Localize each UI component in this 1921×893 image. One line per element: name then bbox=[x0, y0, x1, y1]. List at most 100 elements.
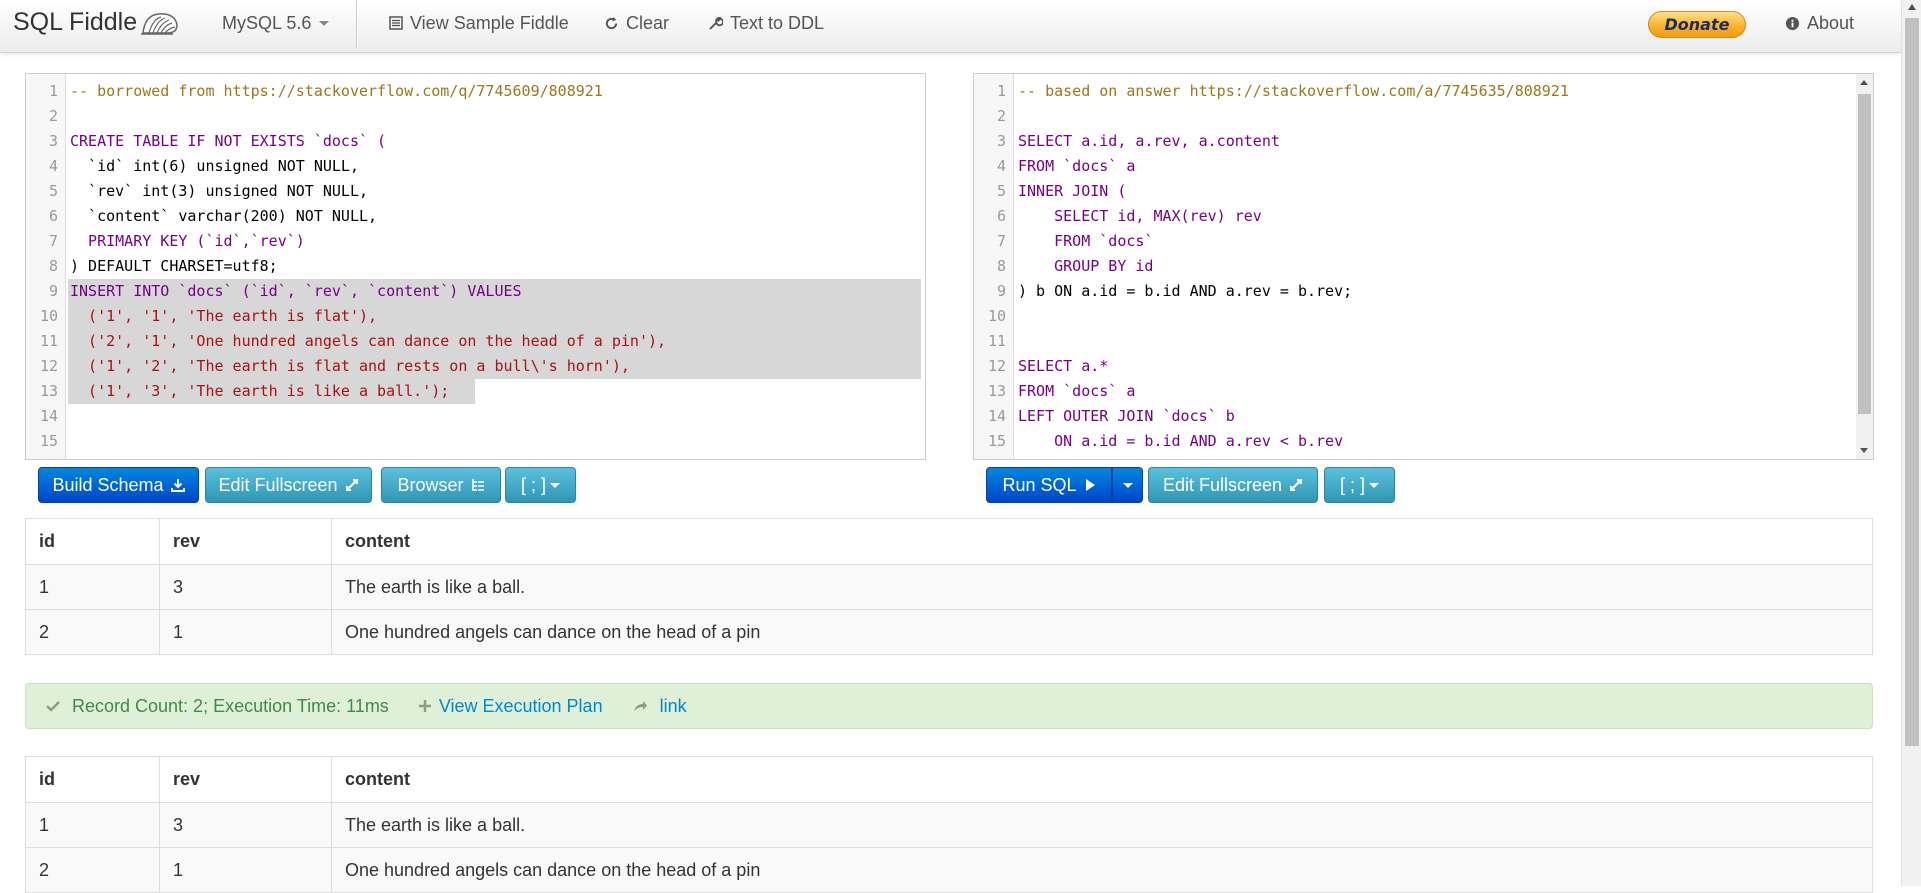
line-number: 15 bbox=[987, 432, 1006, 450]
code-line: 12 SELECT a.* bbox=[974, 354, 1873, 379]
code-text: ) b ON a.id = b.id AND a.rev = b.rev; bbox=[1018, 282, 1353, 300]
scroll-down-arrow-icon[interactable] bbox=[1860, 448, 1868, 453]
permalink-label: link bbox=[659, 695, 687, 716]
query-terminator-dropdown[interactable]: [ ; ] bbox=[1324, 467, 1395, 503]
code-line: 15 ON a.id = b.id AND a.rev < b.rev bbox=[974, 429, 1873, 454]
line-number: 2 bbox=[996, 107, 1006, 125]
table-header-row: id rev content bbox=[25, 756, 1873, 803]
refresh-icon bbox=[604, 16, 619, 31]
result-table: id rev content 1 3 The earth is like a b… bbox=[25, 518, 1873, 655]
column-header: rev bbox=[159, 756, 332, 803]
code-line: 13 FROM `docs` a bbox=[974, 379, 1873, 404]
wrench-icon bbox=[708, 16, 723, 31]
line-number: 9 bbox=[996, 282, 1006, 300]
schema-editor[interactable]: 1 -- borrowed from https://stackoverflow.… bbox=[25, 73, 926, 460]
code-line: 3 SELECT a.id, a.rev, a.content bbox=[974, 129, 1873, 154]
check-icon bbox=[46, 700, 60, 712]
line-number: 14 bbox=[987, 407, 1006, 425]
scroll-up-arrow-icon[interactable] bbox=[1860, 80, 1868, 85]
column-header: rev bbox=[159, 518, 332, 565]
table-cell: 1 bbox=[25, 802, 160, 848]
line-number: 11 bbox=[39, 332, 58, 350]
line-number: 6 bbox=[48, 207, 58, 225]
edit-fullscreen-query-button[interactable]: Edit Fullscreen bbox=[1148, 467, 1318, 503]
line-number: 7 bbox=[996, 232, 1006, 250]
expand-icon bbox=[345, 478, 359, 492]
line-number: 10 bbox=[987, 307, 1006, 325]
code-text: `id` int(6) unsigned NOT NULL, bbox=[70, 157, 359, 175]
code-text: CREATE TABLE IF NOT EXISTS `docs` ( bbox=[70, 132, 387, 150]
scroll-up-arrow-icon[interactable] bbox=[1908, 4, 1916, 10]
view-sample-fiddle-link[interactable]: View Sample Fiddle bbox=[389, 0, 569, 46]
code-text: ('1', '1', 'The earth is flat'), bbox=[70, 307, 378, 325]
code-text: FROM `docs` a bbox=[1018, 382, 1136, 400]
line-number: 12 bbox=[987, 357, 1006, 375]
build-schema-label: Build Schema bbox=[52, 474, 164, 495]
record-info-text: Record Count: 2; Execution Time: 11ms bbox=[72, 695, 389, 716]
code-line: 9 ) b ON a.id = b.id AND a.rev = b.rev; bbox=[974, 279, 1873, 304]
view-execution-plan-link[interactable]: View Execution Plan bbox=[418, 696, 603, 717]
column-header: content bbox=[331, 756, 1873, 803]
result-table: id rev content 1 3 The earth is like a b… bbox=[25, 756, 1873, 893]
chevron-down-icon bbox=[1369, 482, 1379, 488]
line-number: 2 bbox=[48, 107, 58, 125]
code-line: 5 INNER JOIN ( bbox=[974, 179, 1873, 204]
statement-terminator-dropdown[interactable]: [ ; ] bbox=[505, 467, 576, 503]
db-version-dropdown[interactable]: MySQL 5.6 bbox=[222, 0, 330, 46]
code-text: -- borrowed from https://stackoverflow.c… bbox=[70, 82, 603, 100]
line-number: 13 bbox=[987, 382, 1006, 400]
table-row: 2 1 One hundred angels can dance on the … bbox=[25, 609, 1873, 655]
window-scrollbar[interactable] bbox=[1901, 0, 1921, 886]
run-sql-options-dropdown[interactable] bbox=[1112, 467, 1143, 503]
about-link[interactable]: About bbox=[1785, 0, 1854, 46]
build-schema-button[interactable]: Build Schema bbox=[38, 467, 199, 503]
line-number: 10 bbox=[39, 307, 58, 325]
code-line: 1 -- based on answer https://stackoverflo… bbox=[974, 79, 1873, 104]
code-line: 6 `content` varchar(200) NOT NULL, bbox=[26, 204, 925, 229]
code-line: 14 bbox=[26, 404, 925, 429]
info-icon bbox=[1785, 16, 1800, 31]
about-label: About bbox=[1807, 12, 1855, 33]
line-number: 5 bbox=[996, 182, 1006, 200]
code-line: 9 INSERT INTO `docs` (`id`, `rev`, `conte… bbox=[26, 279, 925, 304]
editor-scrollbar[interactable] bbox=[1856, 74, 1873, 459]
donate-button[interactable]: Donate bbox=[1648, 11, 1746, 38]
code-line: 8 ) DEFAULT CHARSET=utf8; bbox=[26, 254, 925, 279]
code-text: ) DEFAULT CHARSET=utf8; bbox=[70, 257, 278, 275]
run-sql-button[interactable]: Run SQL bbox=[986, 467, 1112, 503]
code-line: 7 FROM `docs` bbox=[974, 229, 1873, 254]
code-text: GROUP BY id bbox=[1018, 257, 1154, 275]
clear-label: Clear bbox=[626, 12, 670, 33]
code-text: LEFT OUTER JOIN `docs` b bbox=[1018, 407, 1235, 425]
table-row: 1 3 The earth is like a ball. bbox=[25, 802, 1873, 848]
query-editor[interactable]: 1 -- based on answer https://stackoverflo… bbox=[973, 73, 1874, 460]
line-number: 6 bbox=[996, 207, 1006, 225]
scrollbar-thumb[interactable] bbox=[1905, 18, 1919, 746]
code-line: 15 bbox=[26, 429, 925, 454]
scrollbar-thumb[interactable] bbox=[1858, 94, 1871, 414]
code-text: SELECT a.id, a.rev, a.content bbox=[1018, 132, 1280, 150]
browser-button[interactable]: Browser bbox=[381, 467, 501, 503]
code-line: 4 `id` int(6) unsigned NOT NULL, bbox=[26, 154, 925, 179]
code-text: INNER JOIN ( bbox=[1018, 182, 1127, 200]
code-text: FROM `docs` bbox=[1018, 232, 1154, 250]
code-line: 3 CREATE TABLE IF NOT EXISTS `docs` ( bbox=[26, 129, 925, 154]
expand-icon bbox=[1289, 478, 1303, 492]
edit-fullscreen-query-label: Edit Fullscreen bbox=[1162, 474, 1283, 495]
db-version-label: MySQL 5.6 bbox=[222, 12, 312, 33]
chevron-down-icon bbox=[319, 20, 330, 26]
line-number: 1 bbox=[996, 82, 1006, 100]
clear-link[interactable]: Clear bbox=[604, 0, 669, 46]
text-to-ddl-link[interactable]: Text to DDL bbox=[708, 0, 824, 46]
line-number: 8 bbox=[48, 257, 58, 275]
code-text: `content` varchar(200) NOT NULL, bbox=[70, 207, 378, 225]
table-cell: The earth is like a ball. bbox=[331, 802, 1873, 848]
permalink-link[interactable]: link bbox=[633, 696, 687, 717]
code-line: 2 bbox=[26, 104, 925, 129]
code-line: 12 ('1', '2', 'The earth is flat and res… bbox=[26, 354, 925, 379]
edit-fullscreen-button[interactable]: Edit Fullscreen bbox=[205, 467, 372, 503]
brand-name: SQL Fiddle bbox=[13, 8, 138, 36]
table-header-row: id rev content bbox=[25, 518, 1873, 565]
terminator-label: [ ; ] bbox=[520, 474, 546, 495]
brand-logo[interactable]: SQL Fiddle bbox=[13, 8, 181, 37]
